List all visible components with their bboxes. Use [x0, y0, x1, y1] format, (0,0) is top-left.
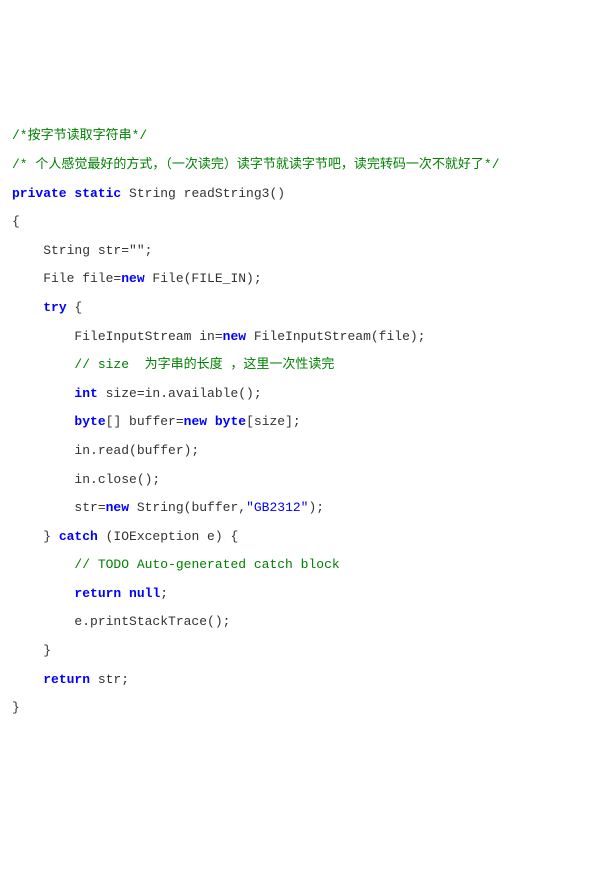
code-text: str; — [90, 672, 129, 687]
code-keyword: byte — [215, 414, 246, 429]
code-line: // TODO Auto-generated catch block — [12, 551, 588, 580]
code-comment: // size 为字串的长度 ，这里一次性读完 — [74, 357, 334, 372]
code-text — [12, 414, 74, 429]
code-text: ); — [308, 500, 324, 515]
code-text: String str=""; — [12, 243, 152, 258]
code-keyword: return — [43, 672, 90, 687]
code-text: } — [12, 643, 51, 658]
code-line: int size=in.available(); — [12, 380, 588, 409]
code-keyword: new — [223, 329, 246, 344]
code-line: in.read(buffer); — [12, 437, 588, 466]
code-line: str=new String(buffer,"GB2312"); — [12, 494, 588, 523]
code-line: e.printStackTrace(); — [12, 608, 588, 637]
code-line: try { — [12, 294, 588, 323]
code-keyword: private — [12, 186, 67, 201]
code-line: String str=""; — [12, 237, 588, 266]
code-text: } — [12, 529, 59, 544]
code-text — [12, 557, 74, 572]
code-text: in.read(buffer); — [12, 443, 199, 458]
code-text: File(FILE_IN); — [145, 271, 262, 286]
code-text: String readString3() — [121, 186, 285, 201]
code-line: } — [12, 637, 588, 666]
code-keyword: return — [74, 586, 121, 601]
code-keyword: null — [129, 586, 160, 601]
code-text: e.printStackTrace(); — [12, 614, 230, 629]
code-text: File file= — [12, 271, 121, 286]
code-text — [121, 586, 129, 601]
code-text: FileInputStream in= — [12, 329, 223, 344]
code-text: { — [67, 300, 83, 315]
code-text — [207, 414, 215, 429]
code-keyword: try — [43, 300, 66, 315]
code-text: FileInputStream(file); — [246, 329, 425, 344]
code-text — [12, 586, 74, 601]
code-text — [12, 672, 43, 687]
code-text: String(buffer, — [129, 500, 246, 515]
code-keyword: new — [184, 414, 207, 429]
code-block: /*按字节读取字符串*/ /* 个人感觉最好的方式，（一次读完）读字节就读字节吧，… — [12, 122, 588, 722]
code-comment: // TODO Auto-generated catch block — [74, 557, 339, 572]
code-string: "GB2312" — [246, 500, 308, 515]
code-line: FileInputStream in=new FileInputStream(f… — [12, 323, 588, 352]
code-line: /* 个人感觉最好的方式，（一次读完）读字节就读字节吧，读完转码一次不就好了*/ — [12, 151, 588, 180]
code-keyword: byte — [74, 414, 105, 429]
code-line: } catch (IOException e) { — [12, 523, 588, 552]
code-text: { — [12, 214, 20, 229]
code-keyword: catch — [59, 529, 98, 544]
code-line: } — [12, 694, 588, 723]
code-text: } — [12, 700, 20, 715]
code-keyword: int — [74, 386, 97, 401]
code-keyword: static — [74, 186, 121, 201]
code-comment: /*按字节读取字符串*/ — [12, 128, 147, 143]
code-line: File file=new File(FILE_IN); — [12, 265, 588, 294]
code-keyword: new — [121, 271, 144, 286]
code-text: [size]; — [246, 414, 301, 429]
code-text: in.close(); — [12, 472, 160, 487]
code-line: private static String readString3() — [12, 180, 588, 209]
code-text: str= — [12, 500, 106, 515]
code-text — [12, 357, 74, 372]
code-keyword: new — [106, 500, 129, 515]
code-line: // size 为字串的长度 ，这里一次性读完 — [12, 351, 588, 380]
code-comment: /* 个人感觉最好的方式，（一次读完）读字节就读字节吧，读完转码一次不就好了*/ — [12, 157, 500, 172]
code-line: in.close(); — [12, 466, 588, 495]
code-text — [12, 386, 74, 401]
code-text: ; — [160, 586, 168, 601]
code-line: { — [12, 208, 588, 237]
code-line: byte[] buffer=new byte[size]; — [12, 408, 588, 437]
code-line: return null; — [12, 580, 588, 609]
code-line: return str; — [12, 666, 588, 695]
code-text: (IOException e) { — [98, 529, 238, 544]
code-line: /*按字节读取字符串*/ — [12, 122, 588, 151]
code-text — [12, 300, 43, 315]
code-text: [] buffer= — [106, 414, 184, 429]
code-text: size=in.available(); — [98, 386, 262, 401]
